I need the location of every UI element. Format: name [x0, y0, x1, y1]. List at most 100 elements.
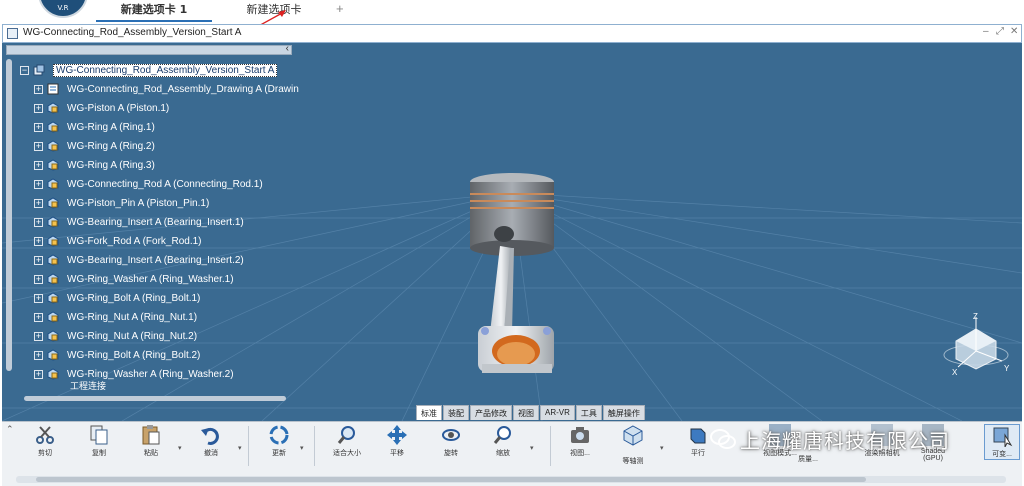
part-icon: [47, 292, 59, 304]
tab-new-1[interactable]: 新建选项卡 1: [96, 0, 212, 22]
tree-item[interactable]: + WG-Fork_Rod A (Fork_Rod.1): [34, 232, 201, 250]
zoom-dropdown-icon[interactable]: ▾: [530, 444, 534, 452]
expand-icon[interactable]: +: [34, 122, 43, 132]
expand-icon[interactable]: +: [34, 293, 43, 303]
ribbon-tab-view[interactable]: 视图: [513, 405, 539, 420]
tree-item-label: WG-Ring A (Ring.2): [67, 140, 155, 152]
collapse-icon[interactable]: −: [20, 65, 29, 75]
expand-icon[interactable]: +: [34, 160, 43, 170]
add-tab-button[interactable]: +: [336, 1, 344, 16]
part-icon: [47, 216, 59, 228]
isometric-button[interactable]: 等轴测: [616, 424, 650, 466]
3d-viewport[interactable]: ‹ − WG-Connecting_Rod_Assembly_Version_S…: [2, 43, 1022, 421]
tree-item-label: WG-Piston A (Piston.1): [67, 102, 170, 114]
pan-label: 平移: [390, 450, 404, 457]
tree-item-partial[interactable]: 工程连接: [34, 380, 106, 391]
separator: [550, 426, 551, 466]
copy-button[interactable]: 复制: [84, 424, 114, 458]
expand-icon[interactable]: +: [34, 198, 43, 208]
expand-icon[interactable]: +: [34, 274, 43, 284]
tree-root[interactable]: − WG-Connecting_Rod_Assembly_Version_Sta…: [20, 61, 278, 79]
cut-button[interactable]: 剪切: [30, 424, 60, 458]
tree-item[interactable]: + WG-Ring A (Ring.2): [34, 137, 155, 155]
ribbon-tab-standard[interactable]: 标准: [416, 405, 442, 420]
tree-item[interactable]: + WG-Ring_Bolt A (Ring_Bolt.2): [34, 346, 200, 364]
tree-collapse-bar[interactable]: ‹: [6, 43, 292, 55]
camera-icon: [571, 427, 589, 443]
axis-compass[interactable]: Z X Y: [940, 311, 1020, 381]
variable-display-button[interactable]: 可变...: [984, 424, 1020, 460]
expand-icon[interactable]: +: [34, 312, 43, 322]
undo-icon: [201, 427, 219, 445]
tree-item-label: WG-Ring A (Ring.3): [67, 159, 155, 171]
restore-icon[interactable]: ⤢: [996, 26, 1004, 37]
chevron-left-icon[interactable]: ‹: [286, 43, 289, 54]
connecting-rod-model[interactable]: [442, 168, 572, 383]
ribbon-tab-assembly[interactable]: 装配: [443, 405, 469, 420]
ribbon-tabs: 标准 装配 产品修改 视图 AR-VR 工具 触屏操作: [416, 405, 646, 420]
update-dropdown-icon[interactable]: ▾: [300, 444, 304, 452]
rotate-label: 旋转: [444, 450, 458, 457]
tree-item[interactable]: + WG-Ring_Nut A (Ring_Nut.2): [34, 327, 197, 345]
fit-all-icon: [337, 426, 355, 444]
ribbon-tab-tools[interactable]: 工具: [575, 405, 602, 420]
paste-dropdown-icon[interactable]: ▾: [178, 444, 182, 452]
pan-button[interactable]: 平移: [382, 424, 412, 458]
expand-icon[interactable]: +: [34, 331, 43, 341]
expand-icon[interactable]: +: [34, 179, 43, 189]
scissors-icon: [36, 426, 54, 444]
tree-item[interactable]: + WG-Ring_Washer A (Ring_Washer.1): [34, 270, 234, 288]
rotate-button[interactable]: 旋转: [436, 424, 466, 458]
tree-item[interactable]: + WG-Ring A (Ring.3): [34, 156, 155, 174]
tree-item-label: WG-Bearing_Insert A (Bearing_Insert.1): [67, 216, 244, 228]
parallel-view-icon: [690, 428, 706, 444]
toolbar-scrollbar-thumb[interactable]: [36, 477, 866, 482]
tree-item[interactable]: + WG-Connecting_Rod A (Connecting_Rod.1): [34, 175, 263, 193]
fit-all-button[interactable]: 适合大小: [330, 424, 364, 458]
chevron-up-icon[interactable]: ⌃: [6, 424, 14, 435]
isometric-dropdown-icon[interactable]: ▾: [660, 444, 664, 452]
tree-item[interactable]: + WG-Connecting_Rod_Assembly_Drawing A (D…: [34, 80, 299, 98]
part-icon: [47, 102, 59, 114]
expand-icon[interactable]: +: [34, 369, 43, 379]
expand-icon[interactable]: +: [34, 84, 43, 94]
undo-button[interactable]: 撤消: [196, 424, 226, 458]
undo-dropdown-icon[interactable]: ▾: [238, 444, 242, 452]
expand-icon[interactable]: +: [34, 103, 43, 113]
tree-item-label: WG-Ring_Bolt A (Ring_Bolt.2): [67, 349, 201, 361]
update-button[interactable]: 更新: [264, 424, 294, 458]
tree-item[interactable]: + WG-Ring_Nut A (Ring_Nut.1): [34, 308, 197, 326]
paste-button[interactable]: 粘贴: [136, 424, 166, 458]
tree-item[interactable]: + WG-Ring_Bolt A (Ring_Bolt.1): [34, 289, 200, 307]
tree-item[interactable]: + WG-Piston_Pin A (Piston_Pin.1): [34, 194, 209, 212]
toolbar-scrollbar[interactable]: [16, 476, 1006, 483]
tree-vertical-scrollbar[interactable]: [6, 59, 12, 371]
paste-label: 粘贴: [144, 450, 158, 457]
window-title: WG-Connecting_Rod_Assembly_Version_Start…: [23, 27, 242, 38]
capture-button[interactable]: 视图...: [564, 424, 596, 458]
part-icon: [47, 368, 59, 380]
tree-item[interactable]: + WG-Piston A (Piston.1): [34, 99, 169, 117]
expand-icon[interactable]: +: [34, 141, 43, 151]
part-icon: [47, 254, 59, 266]
zoom-button[interactable]: 缩放: [488, 424, 518, 458]
axis-x-label: X: [952, 368, 958, 377]
app-logo: V.R: [38, 0, 88, 18]
update-label: 更新: [272, 450, 286, 457]
expand-icon[interactable]: +: [34, 350, 43, 360]
tree-horizontal-scrollbar[interactable]: [24, 396, 286, 401]
ribbon-tab-touch[interactable]: 触屏操作: [602, 405, 645, 420]
minimize-icon[interactable]: –: [983, 26, 989, 37]
ribbon-tab-product-modify[interactable]: 产品修改: [470, 405, 512, 420]
expand-icon[interactable]: +: [34, 255, 43, 265]
tree-item[interactable]: + WG-Ring A (Ring.1): [34, 118, 155, 136]
tree-item-label: WG-Piston_Pin A (Piston_Pin.1): [67, 197, 210, 209]
expand-icon[interactable]: +: [34, 236, 43, 246]
wechat-icon: [710, 429, 736, 449]
expand-icon[interactable]: +: [34, 217, 43, 227]
ribbon-tab-ar-vr[interactable]: AR-VR: [540, 405, 575, 420]
close-icon[interactable]: ✕: [1010, 26, 1018, 37]
tree-item[interactable]: + WG-Bearing_Insert A (Bearing_Insert.2): [34, 251, 244, 269]
separator: [314, 426, 315, 466]
tree-item[interactable]: + WG-Bearing_Insert A (Bearing_Insert.1): [34, 213, 244, 231]
